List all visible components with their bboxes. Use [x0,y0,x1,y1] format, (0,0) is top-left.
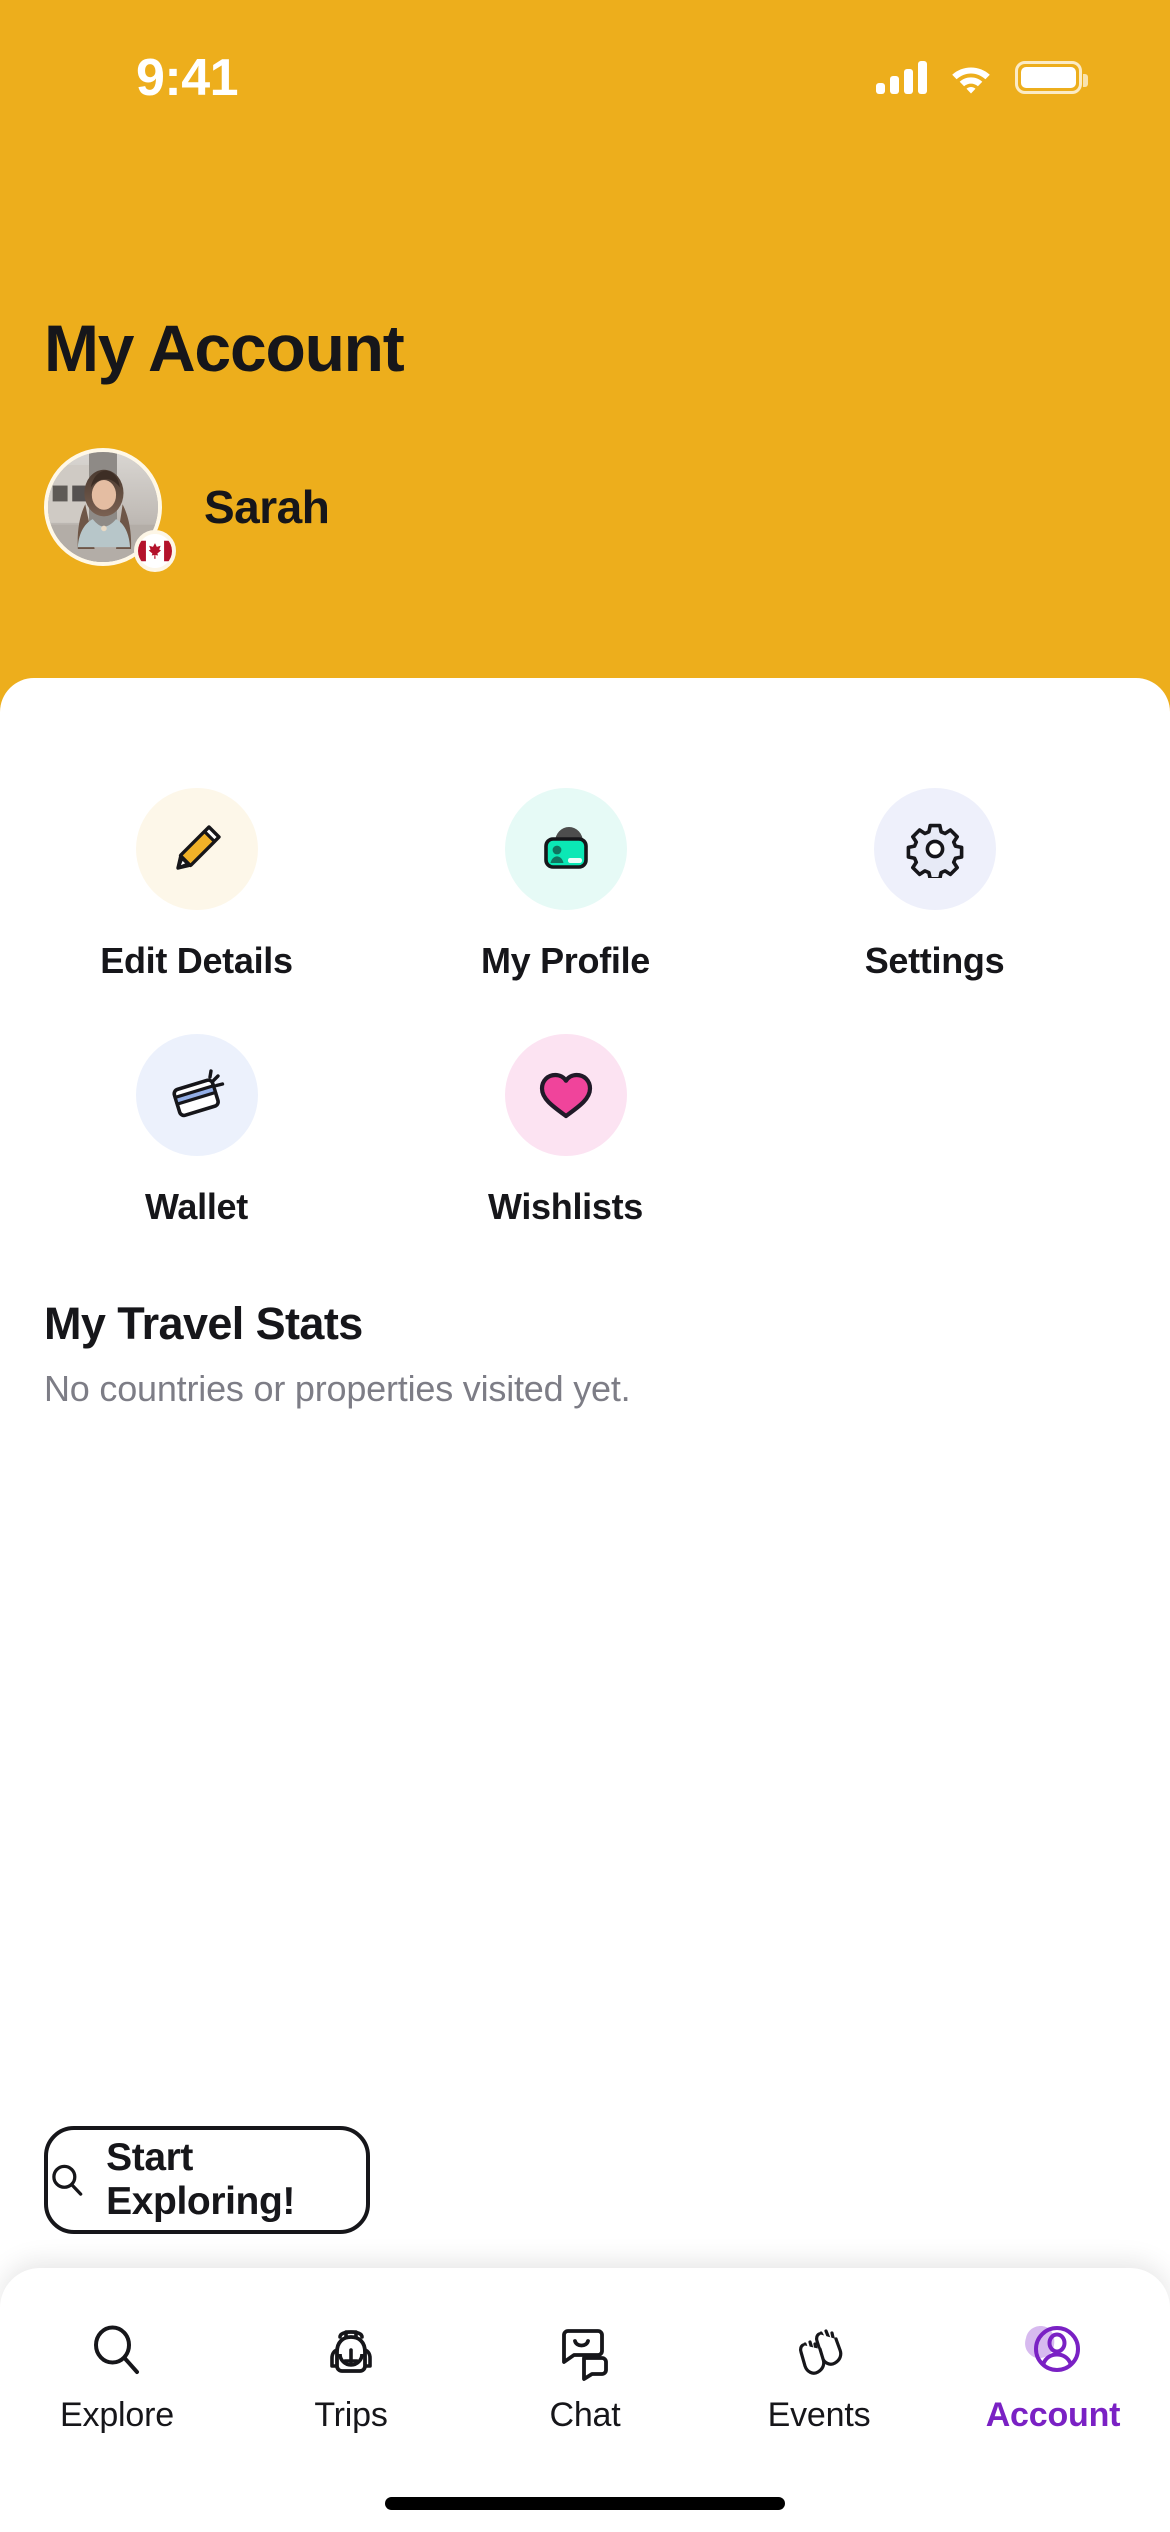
nav-item-events[interactable]: Events [724,2312,914,2435]
cellular-signal-icon [876,60,927,94]
start-exploring-button[interactable]: Start Exploring! [44,2126,370,2234]
search-icon [86,2312,148,2390]
avatar[interactable] [44,448,176,572]
action-edit-details[interactable]: Edit Details [24,788,369,982]
travel-stats-title: My Travel Stats [44,1298,363,1349]
nav-label: Trips [314,2396,388,2434]
heart-icon [539,1072,592,1119]
edit-details-icon-circle [135,788,258,910]
action-wallet[interactable]: Wallet [24,1034,369,1228]
nav-item-explore[interactable]: Explore [22,2312,212,2435]
user-circle-icon [1016,2312,1090,2390]
status-bar-time: 9:41 [136,49,239,107]
home-indicator-bar [385,2497,785,2510]
nav-item-chat[interactable]: Chat [490,2312,680,2435]
my-profile-icon-circle [504,788,627,910]
settings-icon-circle [873,788,996,910]
action-label: My Profile [480,940,651,981]
account-action-grid: Edit Details My Profile Settings Wallet … [0,788,1170,1280]
nav-label: Explore [60,2396,174,2434]
chat-bubbles-icon [554,2312,616,2390]
content-sheet: Edit Details My Profile Settings Wallet … [0,678,1170,2532]
nav-label: Chat [549,2396,621,2434]
profile-name: Sarah [204,481,330,533]
start-exploring-label: Start Exploring! [106,2136,295,2223]
action-my-profile[interactable]: My Profile [393,788,738,982]
waving-hands-icon [788,2312,850,2390]
wishlists-icon-circle [504,1034,627,1156]
backpack-icon [320,2312,382,2390]
action-label: Edit Details [100,940,293,981]
credit-card-icon [171,1069,224,1118]
profile-row[interactable]: Sarah [44,448,330,572]
action-settings[interactable]: Settings [762,788,1107,982]
nav-item-account[interactable]: Account [958,2312,1148,2435]
wifi-icon [949,60,993,94]
wallet-icon-circle [135,1034,258,1156]
nav-label: Events [767,2396,871,2434]
pencil-icon [175,825,221,870]
action-label: Wallet [145,1186,248,1227]
status-bar-icons [876,48,1088,94]
page-title: My Account [44,311,405,385]
battery-icon [1015,61,1088,94]
status-bar: 9:41 [0,0,1170,145]
action-wishlists[interactable]: Wishlists [393,1034,738,1228]
action-label: Wishlists [487,1186,643,1227]
action-label: Settings [864,940,1005,981]
id-card-icon [543,827,588,869]
bottom-navigation-bar: Explore Trips Chat Events Account [0,2268,1170,2532]
travel-stats-empty-message: No countries or properties visited yet. [44,1368,631,1409]
canada-flag-badge [134,530,176,572]
travel-stats-section: My Travel Stats No countries or properti… [44,1298,1124,1410]
nav-label: Account [985,2396,1121,2434]
search-icon [52,2164,83,2196]
nav-item-trips[interactable]: Trips [256,2312,446,2435]
gear-icon [906,823,963,878]
phone-screen: 9:41 My Account Sarah Edit Details My Pr… [0,0,1170,2532]
